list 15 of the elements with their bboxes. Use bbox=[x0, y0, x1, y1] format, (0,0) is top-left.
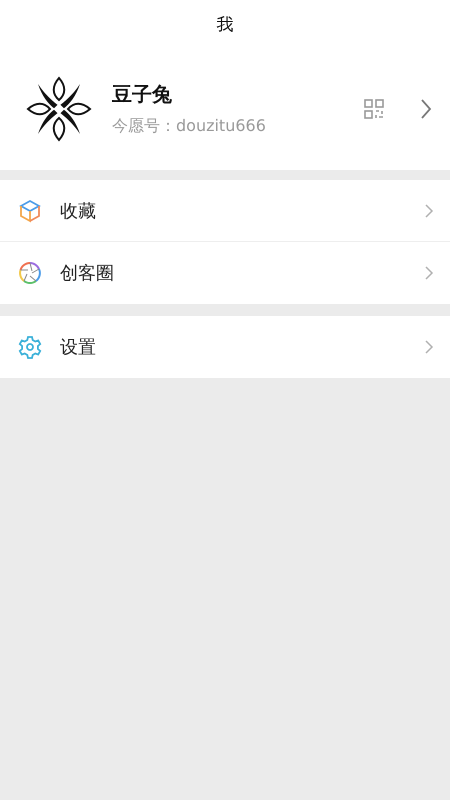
cube-icon bbox=[18, 198, 42, 222]
menu-item[interactable]: 收藏 bbox=[0, 180, 450, 242]
chevron-right-icon[interactable] bbox=[420, 98, 432, 120]
account-id: 今愿号：douzitu666 bbox=[112, 116, 267, 137]
user-name: 豆子兔 bbox=[112, 81, 173, 108]
menu-item[interactable]: 创客圈 bbox=[0, 242, 450, 304]
gear-icon bbox=[18, 335, 42, 359]
avatar-emblem-icon[interactable] bbox=[26, 76, 92, 142]
chevron-right-icon bbox=[424, 265, 434, 281]
qr-code-icon[interactable] bbox=[364, 99, 384, 119]
menu-item[interactable]: 设置 bbox=[0, 316, 450, 378]
aperture-icon bbox=[18, 261, 42, 285]
chevron-right-icon bbox=[424, 339, 434, 355]
chevron-right-icon bbox=[424, 202, 434, 218]
page-title: 我 bbox=[216, 14, 234, 36]
